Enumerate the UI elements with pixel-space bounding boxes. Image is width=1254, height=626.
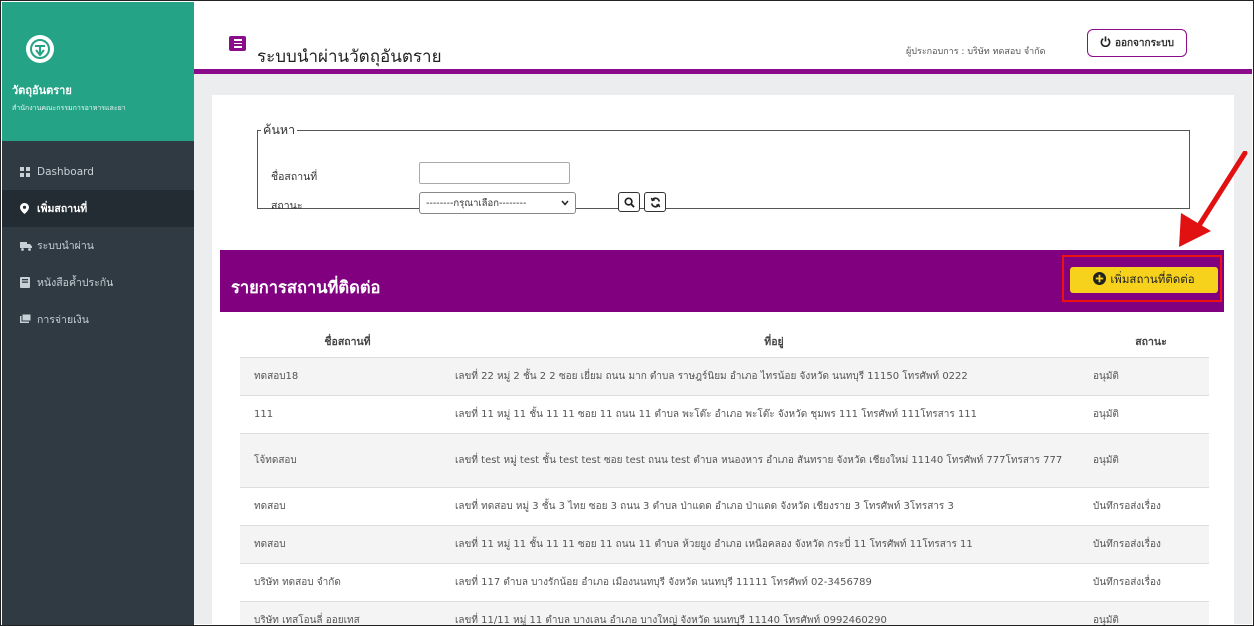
name-cell: ทดสอบ bbox=[240, 487, 455, 526]
table-row[interactable]: บริษัท ทดสอบ จำกัด เลขที่ 117 ตำบล บางรัก… bbox=[240, 563, 1209, 602]
sidebar-nav: Dashboard เพิ่มสถานที่ ระบบนำผ่าน หนังสื… bbox=[2, 153, 194, 338]
sidebar-item-transit-system[interactable]: ระบบนำผ่าน bbox=[2, 227, 194, 264]
sidebar-item-label: Dashboard bbox=[37, 165, 94, 178]
chevron-down-icon bbox=[561, 198, 569, 209]
table-header-row: ชื่อสถานที่ ที่อยู่ สถานะ bbox=[240, 327, 1209, 358]
table-row[interactable]: บริษัท เทสโอนลี่ ออยเทส เลขที่ 11/11 หมู่… bbox=[240, 601, 1209, 625]
operator-info: ผู้ประกอบการ : บริษัท ทดสอบ จำกัด bbox=[906, 47, 1046, 57]
sidebar-item-guarantee-letter[interactable]: หนังสือค้ำประกัน bbox=[2, 264, 194, 301]
table-row[interactable]: ทดสอบ เลขที่ ทดสอบ หมู่ 3 ชั้น 3 ไทย ซอย … bbox=[240, 487, 1209, 526]
location-name-input[interactable] bbox=[419, 162, 570, 184]
menu-toggle-button[interactable] bbox=[229, 36, 246, 51]
sidebar-item-label: ระบบนำผ่าน bbox=[37, 240, 94, 252]
sidebar-item-dashboard[interactable]: Dashboard bbox=[2, 153, 194, 190]
list-header: รายการสถานที่ติดต่อ เพิ่มสถานที่ติดต่อ bbox=[220, 250, 1224, 312]
column-header-name: ชื่อสถานที่ bbox=[240, 327, 455, 358]
name-cell: โจ้ทดสอบ bbox=[240, 433, 455, 488]
address-cell: เลขที่ 117 ตำบล บางรักน้อย อำเภอ เมืองนน… bbox=[455, 563, 1093, 602]
page-title: ระบบนำผ่านวัตถุอันตราย bbox=[257, 47, 442, 67]
location-name-label: ชื่อสถานที่ bbox=[271, 171, 318, 183]
name-cell: ทดสอบ18 bbox=[240, 357, 455, 396]
book-icon bbox=[20, 277, 32, 288]
status-select-value: --------กรุณาเลือก-------- bbox=[426, 197, 527, 209]
content-panel: ค้นหา ชื่อสถานที่ สถานะ --------กรุณาเลื… bbox=[212, 95, 1234, 625]
table-row[interactable]: 111 เลขที่ 11 หมู่ 11 ชั้น 11 11 ซอย 11 ถ… bbox=[240, 395, 1209, 434]
brand-title: วัตถุอันตราย bbox=[12, 84, 72, 97]
address-cell: เลขที่ ทดสอบ หมู่ 3 ชั้น 3 ไทย ซอย 3 ถนน… bbox=[455, 487, 1093, 526]
name-cell: บริษัท เทสโอนลี่ ออยเทส bbox=[240, 601, 455, 625]
truck-icon bbox=[20, 241, 32, 251]
search-legend: ค้นหา bbox=[263, 122, 296, 137]
sidebar-item-add-location[interactable]: เพิ่มสถานที่ bbox=[2, 190, 194, 227]
address-cell: เลขที่ test หมู่ test ชั้น test test ซอย… bbox=[455, 433, 1093, 488]
sidebar-item-label: การจ่ายเงิน bbox=[37, 314, 89, 326]
sidebar-item-payment[interactable]: การจ่ายเงิน bbox=[2, 301, 194, 338]
main-area: ระบบนำผ่านวัตถุอันตราย ผู้ประกอบการ : บร… bbox=[194, 2, 1252, 625]
address-cell: เลขที่ 11/11 หมู่ 11 ตำบล บางเลน อำเภอ บ… bbox=[455, 601, 1093, 625]
status-select[interactable]: --------กรุณาเลือก-------- bbox=[419, 192, 576, 214]
column-header-address: ที่อยู่ bbox=[455, 327, 1093, 358]
table-row[interactable]: โจ้ทดสอบ เลขที่ test หมู่ test ชั้น test … bbox=[240, 433, 1209, 488]
annotation-arrow-icon bbox=[1179, 151, 1248, 247]
status-cell: อนุมัติ bbox=[1093, 395, 1209, 434]
brand: วัตถุอันตราย สำนักงานคณะกรรมการอาหารและย… bbox=[2, 2, 194, 141]
column-header-status: สถานะ bbox=[1093, 327, 1209, 358]
refresh-icon bbox=[650, 193, 661, 212]
address-cell: เลขที่ 11 หมู่ 11 ชั้น 11 11 ซอย 11 ถนน … bbox=[455, 525, 1093, 564]
search-icon bbox=[623, 193, 635, 212]
brand-subtitle: สำนักงานคณะกรรมการอาหารและยา bbox=[12, 104, 126, 112]
locations-table: ชื่อสถานที่ ที่อยู่ สถานะ ทดสอบ18 เลขที่ … bbox=[240, 327, 1209, 625]
sidebar-item-label: หนังสือค้ำประกัน bbox=[37, 277, 114, 289]
name-cell: ทดสอบ bbox=[240, 525, 455, 564]
app-frame: วัตถุอันตราย สำนักงานคณะกรรมการอาหารและย… bbox=[0, 0, 1254, 626]
sidebar-item-label: เพิ่มสถานที่ bbox=[37, 203, 88, 215]
add-location-label: เพิ่มสถานที่ติดต่อ bbox=[1110, 272, 1195, 286]
list-title: รายการสถานที่ติดต่อ bbox=[231, 278, 381, 297]
status-cell: บันทึกรอส่งเรื่อง bbox=[1093, 563, 1209, 602]
address-cell: เลขที่ 11 หมู่ 11 ชั้น 11 11 ซอย 11 ถนน … bbox=[455, 395, 1093, 434]
status-cell: อนุมัติ bbox=[1093, 433, 1209, 488]
status-cell: อนุมัติ bbox=[1093, 601, 1209, 625]
top-bar: ระบบนำผ่านวัตถุอันตราย ผู้ประกอบการ : บร… bbox=[194, 2, 1252, 74]
power-icon bbox=[1100, 36, 1111, 50]
money-icon bbox=[20, 314, 32, 325]
logout-label: ออกจากระบบ bbox=[1114, 37, 1175, 49]
reset-button[interactable] bbox=[644, 192, 666, 212]
status-label: สถานะ bbox=[271, 200, 303, 212]
logout-button[interactable]: ออกจากระบบ bbox=[1087, 29, 1187, 57]
table-row[interactable]: ทดสอบ18 เลขที่ 22 หมู่ 2 ชั้น 2 2 ซอย เยี… bbox=[240, 357, 1209, 396]
search-panel: ค้นหา ชื่อสถานที่ สถานะ --------กรุณาเลื… bbox=[257, 120, 1190, 214]
name-cell: 111 bbox=[240, 395, 455, 434]
search-button[interactable] bbox=[618, 192, 640, 212]
add-location-button[interactable]: เพิ่มสถานที่ติดต่อ bbox=[1070, 267, 1218, 293]
plus-circle-icon bbox=[1093, 272, 1107, 288]
status-cell: บันทึกรอส่งเรื่อง bbox=[1093, 487, 1209, 526]
sidebar: วัตถุอันตราย สำนักงานคณะกรรมการอาหารและย… bbox=[2, 2, 194, 625]
logo-icon bbox=[26, 35, 54, 63]
dashboard-icon bbox=[20, 166, 32, 177]
status-cell: บันทึกรอส่งเรื่อง bbox=[1093, 525, 1209, 564]
table-row[interactable]: ทดสอบ เลขที่ 11 หมู่ 11 ชั้น 11 11 ซอย 11… bbox=[240, 525, 1209, 564]
map-marker-icon bbox=[20, 203, 32, 214]
name-cell: บริษัท ทดสอบ จำกัด bbox=[240, 563, 455, 602]
address-cell: เลขที่ 22 หมู่ 2 ชั้น 2 2 ซอย เยี่ยม ถนน… bbox=[455, 357, 1093, 396]
status-cell: อนุมัติ bbox=[1093, 357, 1209, 396]
